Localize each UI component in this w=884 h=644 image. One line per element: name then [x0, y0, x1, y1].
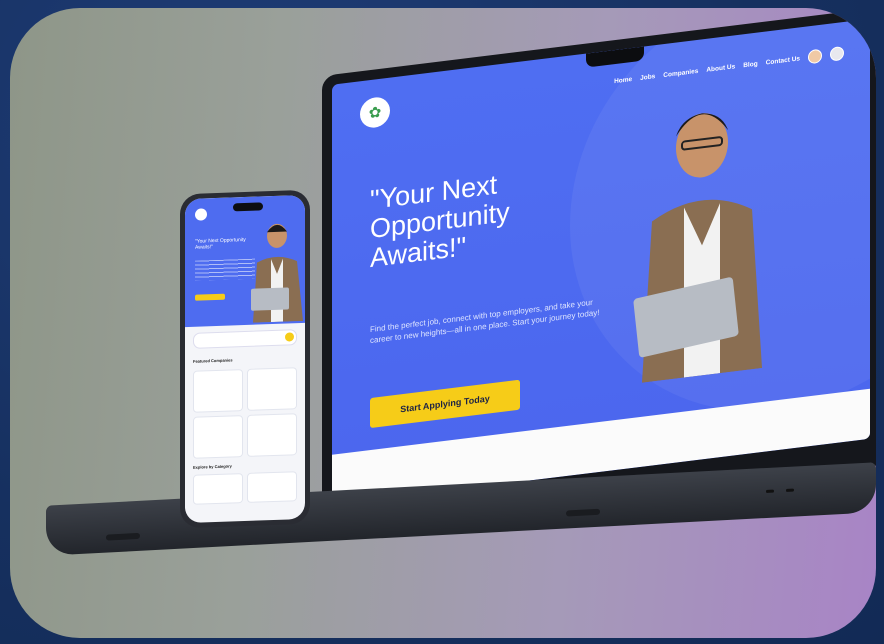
- phone-hero: "Your Next Opportunity Awaits!": [185, 194, 305, 328]
- category-card[interactable]: [247, 471, 297, 503]
- laptop-foot: [106, 532, 140, 541]
- company-card[interactable]: [193, 369, 243, 413]
- hero-subtitle: Find the perfect job, connect with top e…: [370, 297, 600, 346]
- category-card[interactable]: [193, 473, 243, 505]
- explore-category-label: Explore by Category: [193, 463, 232, 470]
- phone-hero-subtitle: [195, 258, 255, 281]
- nav-home[interactable]: Home: [614, 75, 632, 84]
- company-card[interactable]: [247, 367, 297, 411]
- hero-title: "Your Next Opportunity Awaits!": [370, 169, 510, 274]
- usb-port-icon: [786, 488, 794, 492]
- mockup-backdrop: ✿ Home Jobs Companies About Us Blog Cont…: [10, 8, 876, 638]
- phone-logo-icon[interactable]: [195, 208, 207, 221]
- phone-island: [233, 202, 263, 212]
- laptop-screen: ✿ Home Jobs Companies About Us Blog Cont…: [322, 8, 876, 536]
- settings-icon[interactable]: [830, 45, 844, 62]
- phone-search-bar[interactable]: [193, 329, 297, 349]
- usb-port-icon: [766, 489, 774, 494]
- hero-person-illustration: [633, 113, 762, 383]
- nav-about[interactable]: About Us: [706, 63, 735, 74]
- featured-companies-label: Featured Companies: [193, 357, 233, 364]
- category-cards: [193, 471, 297, 505]
- avatar[interactable]: [808, 48, 822, 65]
- nav-jobs[interactable]: Jobs: [640, 73, 655, 82]
- nav-companies[interactable]: Companies: [663, 67, 698, 78]
- phone-hero-title: "Your Next Opportunity Awaits!": [195, 236, 246, 251]
- start-applying-button[interactable]: Start Applying Today: [370, 379, 520, 429]
- company-card[interactable]: [247, 413, 297, 457]
- phone-display: "Your Next Opportunity Awaits!" Featured…: [185, 194, 305, 524]
- company-card[interactable]: [193, 415, 243, 459]
- laptop-foot: [566, 508, 600, 517]
- site-logo-icon[interactable]: ✿: [360, 95, 390, 130]
- phone-mockup: "Your Next Opportunity Awaits!" Featured…: [180, 189, 310, 529]
- phone-hero-person-illustration: [251, 223, 303, 323]
- nav-contact[interactable]: Contact Us: [766, 55, 800, 66]
- phone-cta-button[interactable]: [195, 293, 225, 301]
- search-icon[interactable]: [285, 332, 294, 342]
- company-cards: [193, 367, 297, 459]
- laptop-display: ✿ Home Jobs Companies About Us Blog Cont…: [332, 18, 870, 505]
- nav-blog[interactable]: Blog: [743, 60, 757, 69]
